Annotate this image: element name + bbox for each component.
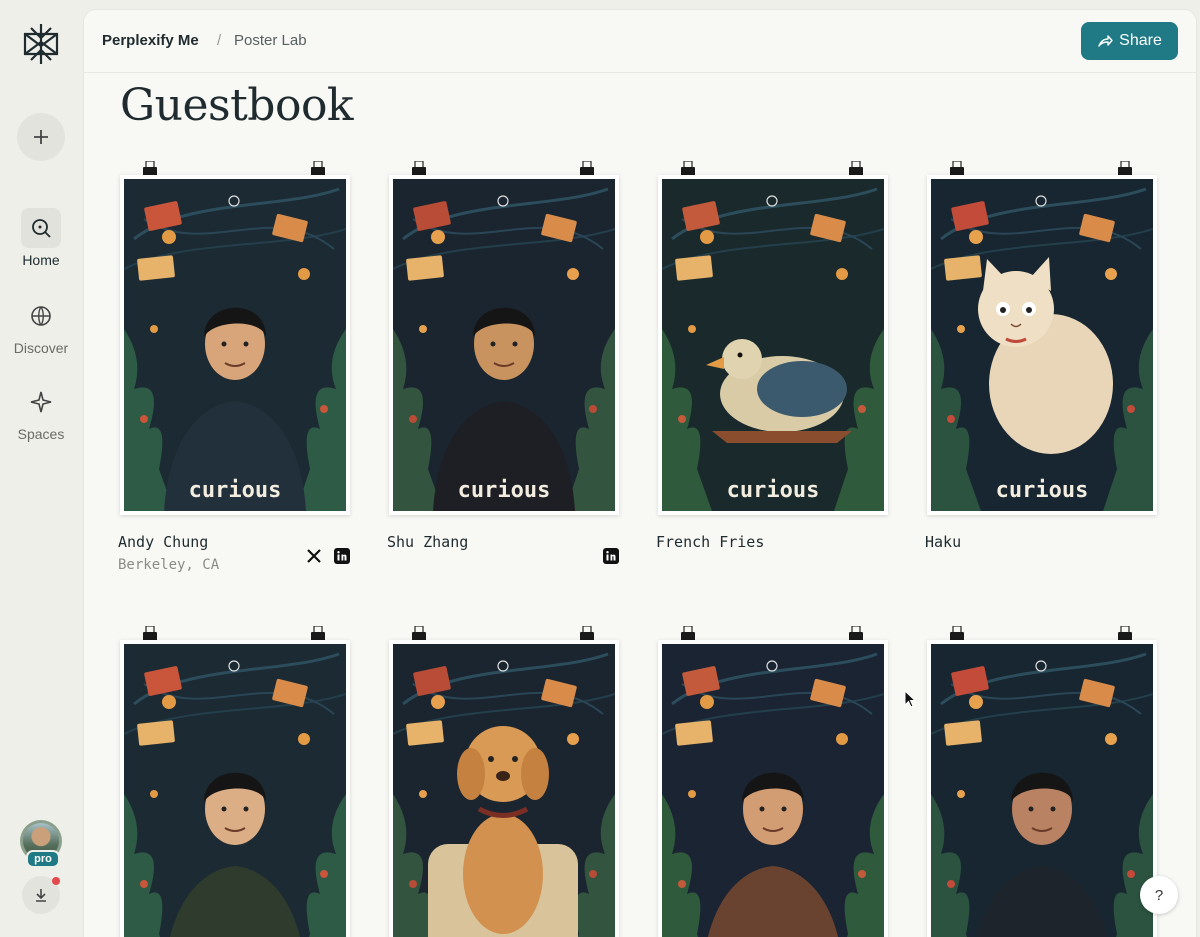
poster-image[interactable]: curious — [927, 175, 1157, 515]
poster-image[interactable]: curious — [389, 175, 619, 515]
poster-image[interactable] — [927, 640, 1157, 937]
globe-icon — [21, 296, 61, 336]
notification-dot — [52, 877, 60, 885]
poster-name: French Fries — [656, 533, 765, 551]
svg-text:curious: curious — [727, 478, 820, 503]
sidebar-item-spaces[interactable]: Spaces — [0, 382, 82, 442]
svg-text:curious: curious — [996, 478, 1089, 503]
poster-image[interactable]: curious — [120, 175, 350, 515]
poster-name: Shu Zhang — [387, 533, 469, 551]
sidebar-item-discover[interactable]: Discover — [0, 296, 82, 356]
pro-badge: pro — [26, 850, 60, 868]
share-button[interactable]: Share — [1081, 22, 1178, 60]
mouse-cursor-icon — [904, 689, 917, 713]
sidebar-item-label: Discover — [13, 340, 69, 356]
linkedin-icon[interactable] — [602, 547, 620, 565]
breadcrumb-root[interactable]: Perplexify Me — [102, 32, 199, 49]
svg-text:curious: curious — [458, 478, 551, 503]
poster-image[interactable] — [120, 640, 350, 937]
sidebar-item-label: Spaces — [17, 426, 65, 442]
poster-image[interactable] — [658, 640, 888, 937]
main-panel: Perplexify Me / Poster Lab Share Guestbo… — [84, 10, 1196, 937]
linkedin-icon[interactable] — [333, 547, 351, 565]
search-icon — [21, 208, 61, 248]
share-label: Share — [1119, 32, 1162, 49]
sidebar-item-home[interactable]: Home — [0, 208, 82, 268]
perplexity-logo-icon[interactable] — [21, 22, 61, 66]
breadcrumb-page: Poster Lab — [234, 32, 307, 49]
poster-name: Andy Chung — [118, 533, 209, 551]
poster-image[interactable] — [389, 640, 619, 937]
sidebar-item-label: Home — [22, 252, 60, 268]
new-thread-button[interactable] — [17, 113, 65, 161]
top-bar: Perplexify Me / Poster Lab Share — [84, 10, 1196, 73]
poster-location: Berkeley, CA — [118, 557, 220, 573]
page-title: Guestbook — [120, 80, 354, 131]
help-button[interactable]: ? — [1140, 876, 1178, 914]
share-icon — [1098, 35, 1113, 47]
poster-name: Haku — [925, 533, 962, 551]
avatar[interactable]: pro — [20, 820, 62, 868]
sidebar: Home Discover Spaces pro — [0, 0, 82, 937]
poster-image[interactable]: curious — [658, 175, 888, 515]
svg-text:curious: curious — [189, 478, 282, 503]
sparkle-icon — [21, 382, 61, 422]
plus-icon — [34, 130, 48, 144]
download-icon — [36, 889, 46, 902]
breadcrumb-separator: / — [217, 32, 222, 49]
x-icon[interactable] — [305, 547, 323, 565]
